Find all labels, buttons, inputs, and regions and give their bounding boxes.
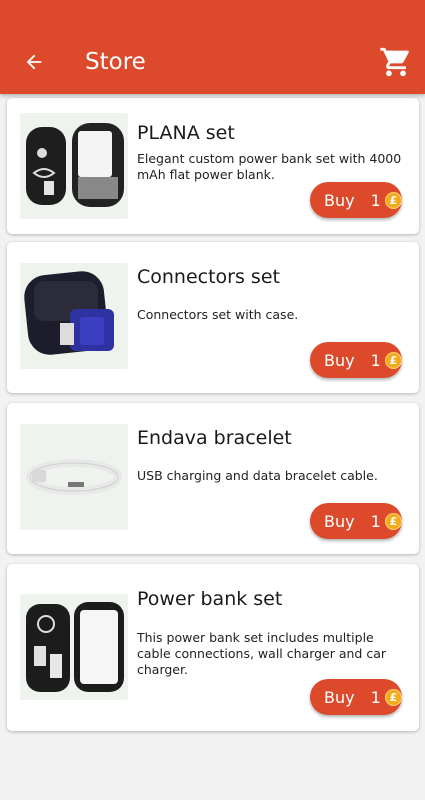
product-name: Endava bracelet (137, 427, 292, 449)
buy-button[interactable]: Buy 1 £ (310, 342, 402, 378)
buy-label: Buy (324, 687, 355, 707)
buy-label: Buy (324, 350, 355, 370)
price-value: 1 (370, 687, 381, 707)
product-name: Power bank set (137, 588, 283, 610)
product-name: PLANA set (137, 122, 235, 144)
product-name: Connectors set (137, 266, 280, 288)
price-value: 1 (370, 190, 381, 210)
product-card: Power bank set This power bank set inclu… (7, 564, 419, 731)
product-card: Connectors set Connectors set with case.… (7, 242, 419, 393)
arrow-left-icon (26, 54, 42, 70)
buy-label: Buy (324, 511, 355, 531)
price-value: 1 (370, 350, 381, 370)
product-description: Elegant custom power bank set with 4000 … (137, 151, 402, 182)
product-image-power-bank-set (20, 594, 128, 700)
product-image-plana-set (20, 113, 128, 219)
coin-icon: £ (384, 191, 402, 209)
price-value: 1 (370, 511, 381, 531)
product-image-endava-bracelet (20, 424, 128, 530)
coin-icon: £ (384, 351, 402, 369)
buy-button[interactable]: Buy 1 £ (310, 182, 402, 218)
coin-icon: £ (384, 688, 402, 706)
product-description: Connectors set with case. (137, 307, 299, 322)
product-description: USB charging and data bracelet cable. (137, 468, 378, 483)
page-title: Store (85, 49, 146, 75)
buy-button[interactable]: Buy 1 £ (310, 503, 402, 539)
app-bar: Store (0, 0, 425, 94)
product-description: This power bank set includes multiple ca… (137, 630, 387, 677)
product-card: Endava bracelet USB charging and data br… (7, 403, 419, 554)
product-image-connectors-set (20, 263, 128, 369)
coin-icon: £ (384, 512, 402, 530)
shopping-cart-icon (380, 47, 409, 77)
product-card: PLANA set Elegant custom power bank set … (7, 98, 419, 234)
buy-button[interactable]: Buy 1 £ (310, 679, 402, 715)
back-button[interactable] (14, 44, 54, 80)
cart-button[interactable] (374, 40, 418, 84)
buy-label: Buy (324, 190, 355, 210)
